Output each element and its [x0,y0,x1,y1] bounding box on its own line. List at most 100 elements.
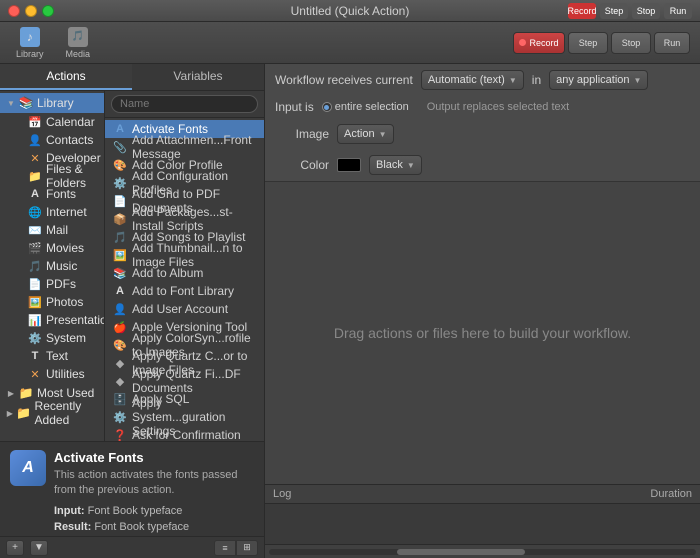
sidebar-item-text[interactable]: T Text [22,347,104,365]
add-config-icon: ⚙️ [113,176,127,190]
photos-label: Photos [46,295,83,309]
action-item-add-packages[interactable]: 📦 Add Packages...st-Install Scripts [105,210,264,228]
library-section-header[interactable]: ▼ 📚 Library [0,93,104,113]
any-application-value: any application [556,74,629,86]
contacts-icon: 👤 [28,133,42,147]
ask-confirmation-icon: ❓ [113,428,127,441]
any-application-select[interactable]: any application ▼ [549,70,648,90]
sidebar-item-photos[interactable]: 🖼️ Photos [22,293,104,311]
recently-added-section: ▶ 📁 Recently Added [0,403,104,423]
search-bar [105,91,264,118]
sidebar-item-calendar[interactable]: 📅 Calendar [22,113,104,131]
chevron-down-icon: ▼ [634,76,642,85]
run-toolbar-button[interactable]: Run [654,32,690,54]
sidebar-item-contacts[interactable]: 👤 Contacts [22,131,104,149]
add-button[interactable]: + [6,540,24,556]
sidebar-item-files[interactable]: 📁 Files & Folders [22,167,104,185]
apply-colorsync-icon: 🎨 [113,338,127,352]
minimize-button[interactable] [25,5,37,17]
add-attachments-icon: 📎 [113,140,127,154]
recently-added-header[interactable]: ▶ 📁 Recently Added [0,403,104,423]
sidebar-item-music[interactable]: 🎵 Music [22,257,104,275]
sidebar-item-internet[interactable]: 🌐 Internet [22,203,104,221]
chevron-down-icon: ▼ [379,130,387,139]
close-button[interactable] [8,5,20,17]
media-button[interactable]: 🎵 Media [60,24,97,62]
sidebar-item-pdfs[interactable]: 📄 PDFs [22,275,104,293]
record-button[interactable]: Record [568,3,596,19]
system-label: System [46,331,86,345]
sidebar-item-presentations[interactable]: 📊 Presentations [22,311,104,329]
entire-selection-label: entire selection [335,101,409,113]
grid-view-button[interactable]: ⊞ [236,540,258,556]
maximize-button[interactable] [42,5,54,17]
sidebar-item-utilities[interactable]: ✕ Utilities [22,365,104,383]
add-user-icon: 👤 [113,302,127,316]
activate-fonts-icon: A [113,122,127,136]
tab-variables[interactable]: Variables [132,64,264,90]
scrollbar-track[interactable] [269,549,696,555]
record-toolbar-button[interactable]: Record [513,32,565,54]
sidebar-item-movies[interactable]: 🎬 Movies [22,239,104,257]
triangle-icon: ▶ [6,388,16,398]
action-label: Add Thumbnail...n to Image Files [132,241,256,269]
action-label: Apply Quartz Fi...DF Documents [132,367,256,395]
tab-actions[interactable]: Actions [0,64,132,90]
radio-dot-entire [322,102,332,112]
internet-label: Internet [46,205,87,219]
entire-selection-radio[interactable]: entire selection [322,101,409,113]
automatic-text-select[interactable]: Automatic (text) ▼ [421,70,524,90]
result-value: Font Book typeface [94,521,189,533]
media-icon: 🎵 [68,27,88,47]
workflow-header: Workflow receives current Automatic (tex… [265,64,700,182]
step-toolbar-button[interactable]: Step [568,32,608,54]
sidebar-item-system[interactable]: ⚙️ System [22,329,104,347]
music-label: Music [46,259,77,273]
action-item-add-font-library[interactable]: A Add to Font Library [105,282,264,300]
search-input[interactable] [111,95,258,113]
right-panel: Workflow receives current Automatic (tex… [265,64,700,558]
black-select[interactable]: Black ▼ [369,155,422,175]
mail-icon: ✉️ [28,223,42,237]
add-songs-icon: 🎵 [113,230,127,244]
mail-label: Mail [46,223,68,237]
add-color-icon: 🎨 [113,158,127,172]
info-result: Result: Font Book typeface [54,519,254,536]
stop-toolbar-button[interactable]: Stop [611,32,651,54]
recently-added-label: Recently Added [35,399,98,427]
action-item-add-attachments[interactable]: 📎 Add Attachmen...Front Message [105,138,264,156]
action-label: Add User Account [132,302,228,316]
action-item-ask-confirmation[interactable]: ❓ Ask for Confirmation [105,426,264,441]
most-used-label: Most Used [37,386,94,400]
add-packages-icon: 📦 [113,212,127,226]
scrollbar-thumb[interactable] [397,549,525,555]
list-view-button[interactable]: ≡ [214,540,236,556]
chevron-down-button[interactable]: ▼ [30,540,48,556]
info-text: Activate Fonts This action activates the… [54,450,254,528]
info-input: Input: Font Book typeface [54,503,254,520]
utilities-label: Utilities [46,367,85,381]
info-description: This action activates the fonts passed f… [54,468,254,499]
action-label: Add to Album [132,266,203,280]
library-button[interactable]: ♪ Library [10,24,50,62]
action-item-apply-system[interactable]: ⚙️ Apply System...guration Settings [105,408,264,426]
step-button[interactable]: Step [600,3,628,19]
add-grid-icon: 📄 [113,194,127,208]
most-used-folder-icon: 📁 [19,388,33,399]
library-folder-icon: 📚 [19,98,33,109]
system-icon: ⚙️ [28,331,42,345]
library-label: Library [16,49,44,59]
toolbar: ♪ Library 🎵 Media Record Step Stop Run [0,22,700,64]
action-item-add-user[interactable]: 👤 Add User Account [105,300,264,318]
action-item-add-thumbnail[interactable]: 🖼️ Add Thumbnail...n to Image Files [105,246,264,264]
bottom-toolbar: + ▼ ≡ ⊞ [0,536,264,558]
log-header: Log Duration [265,485,700,504]
stop-button[interactable]: Stop [632,3,660,19]
run-button[interactable]: Run [664,3,692,19]
apply-quartz-docs-icon: ◆ [113,374,127,388]
color-swatch[interactable] [337,158,361,172]
action-select[interactable]: Action ▼ [337,124,394,144]
action-item-apply-quartz-docs[interactable]: ◆ Apply Quartz Fi...DF Documents [105,372,264,390]
library-label: Library [37,96,74,110]
sidebar-item-mail[interactable]: ✉️ Mail [22,221,104,239]
